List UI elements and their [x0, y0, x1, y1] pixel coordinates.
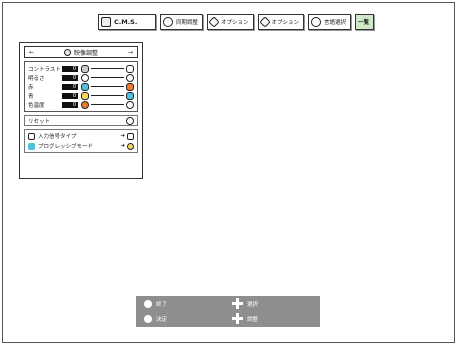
- adjust-row-contrast[interactable]: コントラスト 0: [28, 64, 134, 73]
- right-arrow-icon[interactable]: →: [128, 49, 133, 56]
- signal-type-icon: [127, 132, 134, 140]
- brightness-low-icon: [81, 73, 89, 82]
- arrow-icon: ➜: [120, 133, 125, 139]
- value-box: 0: [62, 83, 78, 90]
- progressive-mode-row[interactable]: プログレッシブモード ➜: [28, 141, 134, 151]
- contrast-high-icon: [126, 64, 134, 73]
- help-select: 選択: [232, 298, 258, 309]
- value-box: 0: [62, 74, 78, 81]
- tab-option-2[interactable]: オプション: [257, 14, 305, 30]
- language-icon: [311, 17, 322, 27]
- signal-options-list: 入力信号タイプ ➜ プログレッシブモード ➜: [24, 129, 138, 153]
- contrast-low-icon: [81, 64, 89, 73]
- slider-track[interactable]: [91, 95, 124, 96]
- enter-button-icon: [144, 315, 152, 323]
- dpad-horizontal-icon: [232, 313, 243, 324]
- input-signal-type-row[interactable]: 入力信号タイプ ➜: [28, 131, 134, 141]
- adjustment-list: コントラスト 0 明るさ 0 赤 0 青 0 色温度 0: [24, 61, 138, 112]
- value-box: 0: [62, 101, 78, 108]
- tab-cms[interactable]: C.M.S.: [98, 14, 156, 30]
- slider-track[interactable]: [91, 104, 124, 105]
- brightness-high-icon: [126, 73, 134, 82]
- adjust-row-brightness[interactable]: 明るさ 0: [28, 73, 134, 82]
- blue-low-icon: [81, 91, 89, 100]
- reset-icon: [126, 116, 134, 125]
- tab-sync[interactable]: 同期調整: [160, 14, 204, 30]
- option2-icon: [258, 16, 271, 28]
- red-low-icon: [81, 82, 89, 91]
- help-exit: 終了: [144, 300, 167, 308]
- picture-icon: [63, 48, 71, 56]
- help-adjust: 調整: [232, 313, 258, 324]
- dpad-vertical-icon: [232, 298, 243, 309]
- slider-track[interactable]: [91, 68, 124, 69]
- help-bar: 終了 選択 決定 調整: [136, 296, 320, 327]
- red-high-icon: [126, 82, 134, 91]
- adjust-row-red[interactable]: 赤 0: [28, 82, 134, 91]
- panel-title-bar: ← 映像調整 →: [24, 46, 138, 58]
- slider-track[interactable]: [91, 86, 124, 87]
- option-icon: [208, 16, 220, 28]
- color-temp-low-icon: [81, 100, 89, 109]
- tab-option[interactable]: オプション: [207, 14, 254, 30]
- menu-tab-bar: C.M.S. 同期調整 オプション オプション 言語選択 一覧: [98, 14, 375, 32]
- help-enter: 決定: [144, 315, 167, 323]
- input-signal-icon: [28, 132, 35, 140]
- 3d-mode-icon: [127, 142, 134, 150]
- tab-language[interactable]: 言語選択: [308, 14, 352, 30]
- reset-row[interactable]: リセット: [24, 115, 138, 126]
- adjust-row-color-temp[interactable]: 色温度 0: [28, 100, 134, 109]
- color-temp-high-icon: [126, 100, 134, 109]
- sync-icon: [163, 17, 173, 27]
- value-box: 0: [62, 65, 78, 72]
- adjust-row-blue[interactable]: 青 0: [28, 91, 134, 100]
- value-box: 0: [62, 92, 78, 99]
- blue-high-icon: [126, 91, 134, 100]
- picture-adjust-panel: ← 映像調整 → コントラスト 0 明るさ 0 赤 0 青 0 色温度 0 リセ…: [19, 42, 143, 179]
- tab-list[interactable]: 一覧: [355, 14, 375, 30]
- slider-track[interactable]: [91, 77, 124, 78]
- cms-icon: [101, 17, 111, 27]
- left-arrow-icon[interactable]: ←: [29, 49, 34, 56]
- return-button-icon: [144, 300, 152, 308]
- arrow-icon: ➜: [120, 143, 125, 149]
- progressive-mode-icon: [28, 142, 35, 150]
- reset-label: リセット: [28, 118, 51, 125]
- panel-title: 映像調整: [73, 49, 98, 57]
